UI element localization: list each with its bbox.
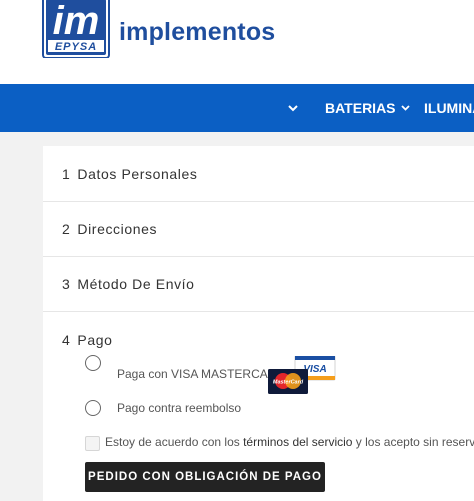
- place-order-button[interactable]: PEDIDO CON OBLIGACIÓN DE PAGO: [85, 462, 325, 492]
- payment-radio-contra-reembolso[interactable]: [85, 400, 101, 416]
- payment-option-label[interactable]: Pago contra reembolso: [117, 401, 241, 415]
- step-number: 1: [62, 166, 71, 182]
- brand-logo[interactable]: im EPYSA: [42, 0, 110, 58]
- step-title: 3 Método De Envío: [62, 276, 195, 292]
- card-logos: VISA MasterCard: [268, 356, 336, 394]
- step-label: Direcciones: [77, 221, 158, 237]
- step-number: 4: [62, 332, 71, 348]
- terms-of-service-link[interactable]: términos del servicio: [243, 435, 352, 449]
- nav-item-iluminacion[interactable]: ILUMINA: [424, 84, 474, 132]
- logo-subtext: EPYSA: [55, 41, 97, 53]
- terms-prefix: Estoy de acuerdo con los: [105, 435, 244, 449]
- step-number: 2: [62, 221, 71, 237]
- step-label: Pago: [77, 332, 113, 348]
- step-datos-personales[interactable]: 1 Datos Personales: [43, 146, 474, 202]
- nav-item-baterias[interactable]: BATERIAS: [325, 84, 410, 132]
- nav-item-label: ILUMINA: [424, 100, 474, 116]
- step-label: Método De Envío: [77, 276, 195, 292]
- terms-suffix: y los acepto sin reservas.: [355, 435, 474, 449]
- mastercard-text: MasterCard: [273, 380, 304, 386]
- terms-checkbox[interactable]: [85, 436, 100, 451]
- chevron-down-icon: [400, 105, 410, 111]
- payment-option-label[interactable]: Paga con VISA MASTERCARD: [117, 367, 285, 381]
- payment-radio-visa-mastercard[interactable]: [85, 355, 101, 371]
- main-nav: BATERIAS ILUMINA: [0, 84, 474, 132]
- step-direcciones[interactable]: 2 Direcciones: [43, 202, 474, 257]
- nav-item-label: BATERIAS: [325, 100, 396, 116]
- checkout-steps: 1 Datos Personales 2 Direcciones 3 Método D…: [43, 146, 474, 501]
- logo-text: im: [53, 0, 100, 43]
- site-header: im EPYSA implementos: [0, 0, 474, 84]
- step-title: 2 Direcciones: [62, 221, 157, 237]
- mastercard-icon: MasterCard: [268, 369, 308, 394]
- chevron-down-icon[interactable]: [288, 84, 298, 132]
- brand-name[interactable]: implementos: [119, 18, 275, 47]
- step-metodo-envio[interactable]: 3 Método De Envío: [43, 257, 474, 312]
- step-label: Datos Personales: [77, 166, 198, 182]
- step-number: 3: [62, 276, 71, 292]
- checkout-page: im EPYSA implementos BATERIAS ILUMINA 1D…: [0, 0, 474, 501]
- step-title: 1 Datos Personales: [62, 166, 198, 182]
- terms-text: Estoy de acuerdo con los términos del se…: [105, 435, 474, 449]
- step-pago-title: 4 Pago: [62, 332, 113, 348]
